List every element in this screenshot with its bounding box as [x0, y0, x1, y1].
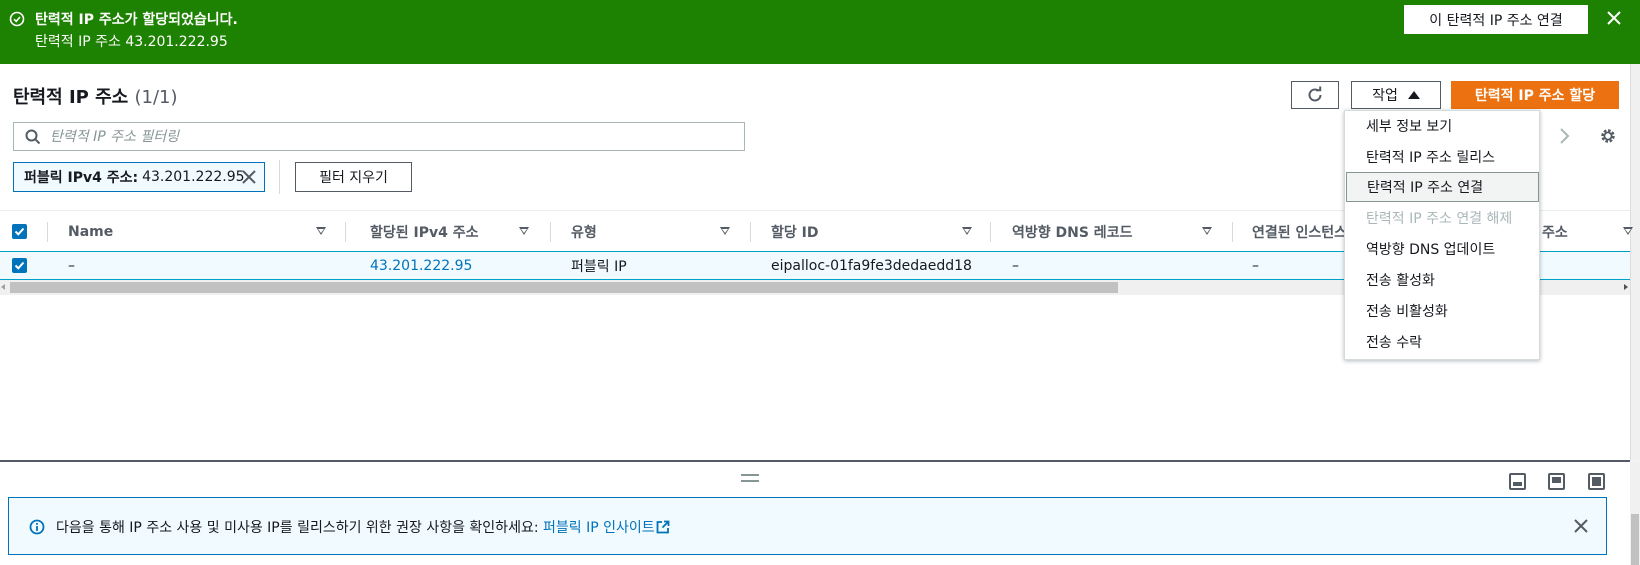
column-label: 연결된 인스턴스 [1252, 225, 1348, 241]
cell-reverse-dns: – [1012, 257, 1019, 274]
menu-item-enable-transfer[interactable]: 전송 활성화 [1345, 265, 1541, 295]
panel-position-bottom-icon[interactable] [1509, 473, 1526, 490]
success-check-icon [9, 11, 25, 27]
column-separator [1232, 222, 1233, 242]
filter-search-box[interactable] [13, 122, 745, 151]
row-checkbox[interactable] [12, 258, 27, 273]
close-icon[interactable] [1605, 9, 1623, 27]
column-header-reverse-dns[interactable]: 역방향 DNS 레코드 [1012, 211, 1132, 253]
info-icon [29, 519, 45, 535]
split-panel-scrollbar[interactable] [1630, 462, 1640, 565]
chevron-right-icon[interactable] [1559, 127, 1571, 145]
scrollbar-thumb[interactable] [10, 282, 1118, 293]
column-separator [550, 222, 551, 242]
column-header-name[interactable]: Name [68, 211, 113, 253]
column-label: 유형 [571, 225, 597, 241]
menu-item-disable-transfer[interactable]: 전송 비활성화 [1345, 296, 1541, 326]
column-header-allocation-id[interactable]: 할당 ID [771, 211, 818, 253]
info-message: 다음을 통해 IP 주소 사용 및 미사용 IP를 릴리스하기 위한 권장 사항… [56, 517, 670, 537]
filter-divider [279, 160, 280, 194]
scrollbar-thumb[interactable] [1631, 514, 1639, 565]
select-all-checkbox[interactable] [12, 224, 27, 239]
flash-title: 탄력적 IP 주소가 할당되었습니다. [35, 12, 238, 28]
actions-dropdown-menu: 세부 정보 보기 탄력적 IP 주소 릴리스 탄력적 IP 주소 연결 탄력적 … [1344, 110, 1540, 360]
column-label: Name [68, 224, 114, 240]
cell-instance: – [1252, 257, 1259, 274]
column-label: 역방향 DNS 레코드 [1012, 225, 1133, 241]
ec2-elastic-ip-console: 탄력적 IP 주소가 할당되었습니다. 탄력적 IP 주소 43.201.222… [0, 0, 1640, 565]
page-scrollbar[interactable] [1630, 64, 1640, 460]
column-separator [750, 222, 751, 242]
associate-this-ip-button[interactable]: 이 탄력적 IP 주소 연결 [1404, 5, 1588, 34]
gear-icon[interactable] [1599, 127, 1617, 145]
cell-name: – [68, 257, 75, 274]
external-link-icon[interactable] [656, 520, 670, 534]
panel-position-side-icon[interactable] [1548, 473, 1565, 490]
filter-token: 퍼블릭 IPv4 주소: 43.201.222.95 [13, 162, 265, 192]
flash-detail: 탄력적 IP 주소 43.201.222.95 [35, 34, 228, 50]
column-separator [47, 222, 48, 242]
refresh-icon [1308, 86, 1322, 102]
column-header-address[interactable]: 주소 [1542, 211, 1568, 253]
menu-item-update-reverse-dns[interactable]: 역방향 DNS 업데이트 [1345, 234, 1541, 264]
panel-fullscreen-icon[interactable] [1588, 473, 1605, 490]
filter-input[interactable] [50, 126, 730, 148]
clear-filters-button[interactable]: 필터 지우기 [295, 162, 412, 192]
public-ip-insights-link[interactable]: 퍼블릭 IP 인사이트 [543, 520, 655, 536]
column-header-instance[interactable]: 연결된 인스턴스 [1252, 211, 1347, 253]
selection-count: (1/1) [134, 87, 178, 108]
success-flashbar: 탄력적 IP 주소가 할당되었습니다. 탄력적 IP 주소 43.201.222… [0, 0, 1640, 64]
allocate-elastic-ip-button[interactable]: 탄력적 IP 주소 할당 [1451, 81, 1619, 109]
cell-allocation-id: eipalloc-01fa9fe3dedaedd18 [771, 257, 972, 274]
resize-handle-icon[interactable] [741, 474, 759, 482]
column-separator [990, 222, 991, 242]
scroll-right-icon[interactable] [1624, 284, 1628, 290]
check-icon [14, 227, 25, 236]
actions-dropdown-button[interactable]: 작업 [1351, 81, 1441, 109]
scroll-left-icon[interactable] [1, 284, 5, 290]
info-alert: 다음을 통해 IP 주소 사용 및 미사용 IP를 릴리스하기 위한 권장 사항… [8, 497, 1607, 555]
actions-label: 작업 [1372, 88, 1398, 104]
page-title-text: 탄력적 IP 주소 [13, 87, 129, 108]
column-label: 주소 [1542, 225, 1568, 241]
column-label: 할당 ID [771, 225, 819, 241]
cell-ipv4-link[interactable]: 43.201.222.95 [370, 252, 472, 279]
menu-item-release[interactable]: 탄력적 IP 주소 릴리스 [1345, 142, 1541, 172]
info-message-text: 다음을 통해 IP 주소 사용 및 미사용 IP를 릴리스하기 위한 권장 사항… [56, 520, 543, 536]
filter-token-key: 퍼블릭 IPv4 주소: [24, 170, 139, 186]
menu-item-accept-transfer[interactable]: 전송 수락 [1345, 327, 1541, 357]
column-separator [345, 222, 346, 242]
remove-filter-icon[interactable] [242, 170, 256, 184]
menu-item-view-details[interactable]: 세부 정보 보기 [1345, 111, 1541, 141]
column-header-ipv4[interactable]: 할당된 IPv4 주소 [370, 211, 479, 253]
column-header-type[interactable]: 유형 [571, 211, 597, 253]
filter-token-value: 43.201.222.95 [142, 169, 245, 185]
check-icon [14, 261, 25, 270]
close-icon[interactable] [1573, 518, 1589, 534]
caret-up-icon [1407, 91, 1420, 99]
cell-type: 퍼블릭 IP [571, 258, 627, 275]
column-label: 할당된 IPv4 주소 [370, 225, 479, 241]
page-title: 탄력적 IP 주소 (1/1) [13, 83, 178, 109]
menu-item-disassociate: 탄력적 IP 주소 연결 해제 [1366, 211, 1513, 227]
search-icon [25, 129, 41, 145]
menu-item-associate[interactable]: 탄력적 IP 주소 연결 [1346, 172, 1539, 202]
refresh-button[interactable] [1291, 81, 1339, 109]
